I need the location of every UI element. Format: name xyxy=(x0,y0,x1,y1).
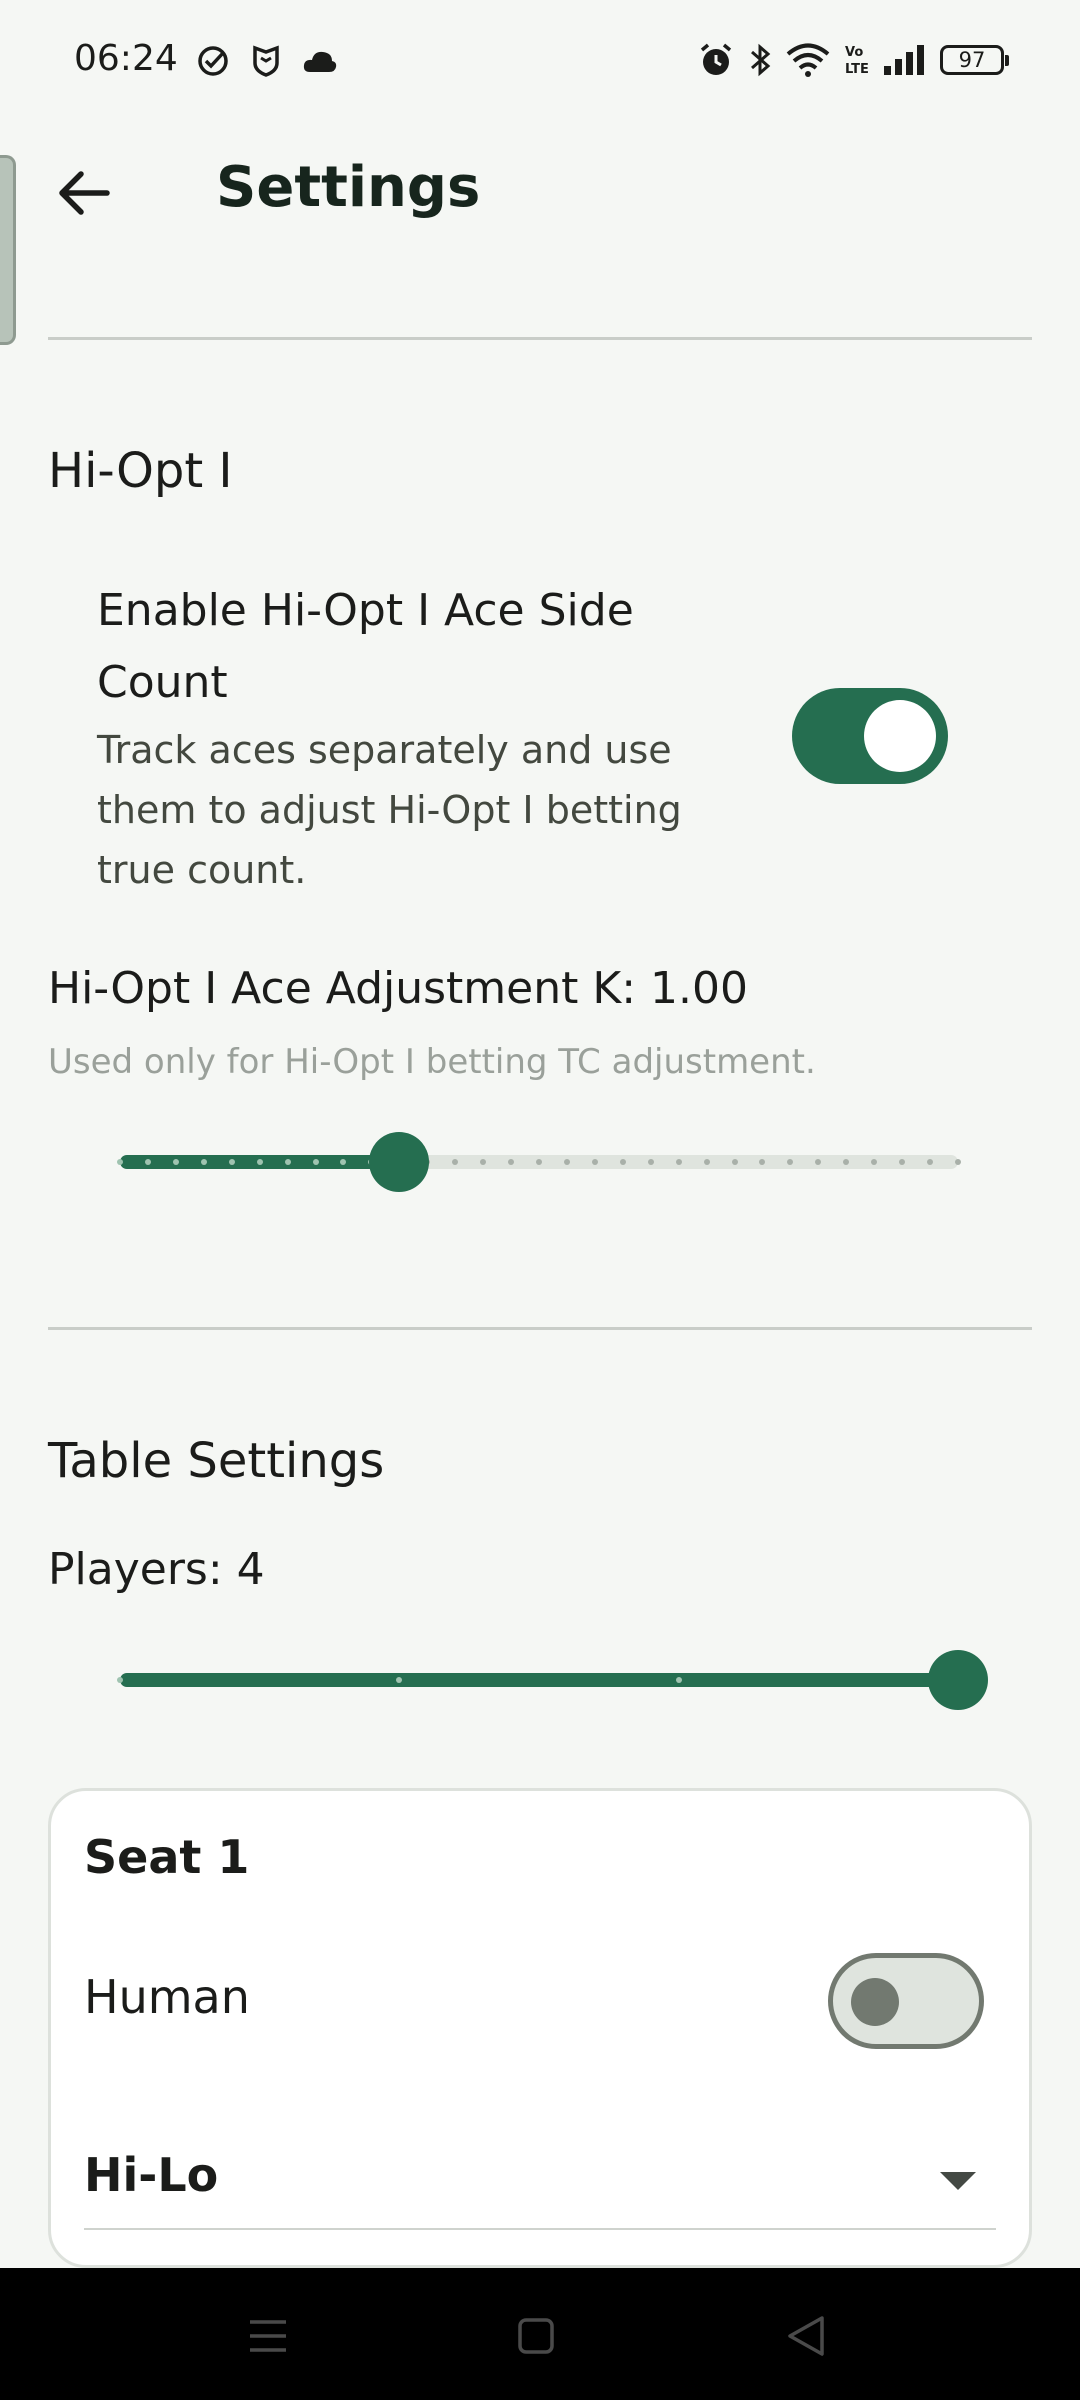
seat-title: Seat 1 xyxy=(84,1830,250,1884)
recents-button[interactable] xyxy=(238,2306,298,2366)
slider-tick xyxy=(843,1159,849,1165)
slider-tick xyxy=(340,1159,346,1165)
shield-icon xyxy=(253,45,279,77)
back-triangle-icon xyxy=(788,2316,824,2356)
count-system-value: Hi-Lo xyxy=(84,2148,219,2202)
slider-tick xyxy=(676,1677,682,1683)
ace-adjustment-label: Hi-Opt I Ace Adjustment K: 1.00 xyxy=(48,963,748,1014)
slider-tick xyxy=(564,1159,570,1165)
slider-tick xyxy=(229,1159,235,1165)
dropdown-underline xyxy=(84,2228,996,2230)
players-slider[interactable] xyxy=(117,1649,988,1710)
ace-adjustment-slider[interactable] xyxy=(117,1131,961,1192)
back-button[interactable] xyxy=(48,157,120,229)
status-time: 06:24 xyxy=(74,38,178,79)
slider-tick xyxy=(899,1159,905,1165)
signal-icon xyxy=(884,45,924,75)
back-nav-button[interactable] xyxy=(776,2306,836,2366)
slider-tick xyxy=(452,1159,458,1165)
switch-thumb xyxy=(864,700,936,772)
slider-tick xyxy=(871,1159,877,1165)
home-button[interactable] xyxy=(506,2306,566,2366)
divider xyxy=(48,337,1032,340)
slider-tick xyxy=(592,1159,598,1165)
bluetooth-icon xyxy=(751,43,771,77)
slider-tick xyxy=(173,1159,179,1165)
ace-side-count-description: Track aces separately and use them to ad… xyxy=(97,728,682,892)
home-icon xyxy=(518,2318,554,2354)
slider-thumb[interactable] xyxy=(928,1650,988,1710)
section-title-hi-opt: Hi-Opt I xyxy=(48,443,233,499)
check-circle-icon xyxy=(198,46,228,76)
status-bar: 06:24 Vo LTE 97 xyxy=(0,0,1080,125)
slider-tick xyxy=(676,1159,682,1165)
section-title-table-settings: Table Settings xyxy=(48,1433,385,1489)
slider-tick xyxy=(648,1159,654,1165)
alarm-icon xyxy=(700,43,732,75)
slider-tick xyxy=(815,1159,821,1165)
slider-tick xyxy=(955,1159,961,1165)
slider-thumb[interactable] xyxy=(369,1132,429,1192)
players-label: Players: 4 xyxy=(48,1544,265,1595)
switch-thumb xyxy=(851,1978,899,2026)
navigation-bar xyxy=(0,2268,1080,2400)
slider-tick xyxy=(927,1159,933,1165)
slider-tick xyxy=(201,1159,207,1165)
slider-tick xyxy=(396,1677,402,1683)
human-switch[interactable] xyxy=(828,1953,984,2049)
volte-icon: Vo LTE xyxy=(845,45,868,77)
ace-side-count-title: Enable Hi-Opt I Ace Side Count xyxy=(97,585,634,708)
slider-tick xyxy=(759,1159,765,1165)
app-bar: Settings xyxy=(0,125,1080,260)
slider-tick xyxy=(313,1159,319,1165)
slider-track-active xyxy=(120,1673,958,1687)
divider xyxy=(48,1327,1032,1330)
ace-adjustment-hint: Used only for Hi-Opt I betting TC adjust… xyxy=(48,1042,816,1082)
cloud-icon xyxy=(303,51,337,72)
svg-text:Vo: Vo xyxy=(845,45,863,60)
page-title: Settings xyxy=(216,155,481,220)
slider-tick xyxy=(117,1677,123,1683)
slider-tick xyxy=(117,1159,123,1165)
slider-tick xyxy=(257,1159,263,1165)
slider-tick xyxy=(732,1159,738,1165)
status-left-icons xyxy=(196,44,338,78)
slider-tick xyxy=(620,1159,626,1165)
slider-tick xyxy=(536,1159,542,1165)
slider-tick xyxy=(787,1159,793,1165)
slider-tick xyxy=(145,1159,151,1165)
svg-text:LTE: LTE xyxy=(845,62,868,77)
menu-icon xyxy=(250,2320,286,2352)
slider-tick xyxy=(285,1159,291,1165)
wifi-icon xyxy=(786,43,830,77)
battery-icon: 97 xyxy=(940,45,1009,75)
ace-side-count-switch[interactable] xyxy=(792,688,948,784)
human-label: Human xyxy=(84,1970,250,2024)
dropdown-arrow-icon xyxy=(940,2172,976,2190)
slider-tick xyxy=(508,1159,514,1165)
count-system-dropdown[interactable]: Hi-Lo xyxy=(84,2140,996,2230)
status-right-icons: Vo LTE 97 xyxy=(698,42,1009,78)
slider-tick xyxy=(480,1159,486,1165)
slider-tick xyxy=(704,1159,710,1165)
arrow-back-icon xyxy=(59,171,110,215)
